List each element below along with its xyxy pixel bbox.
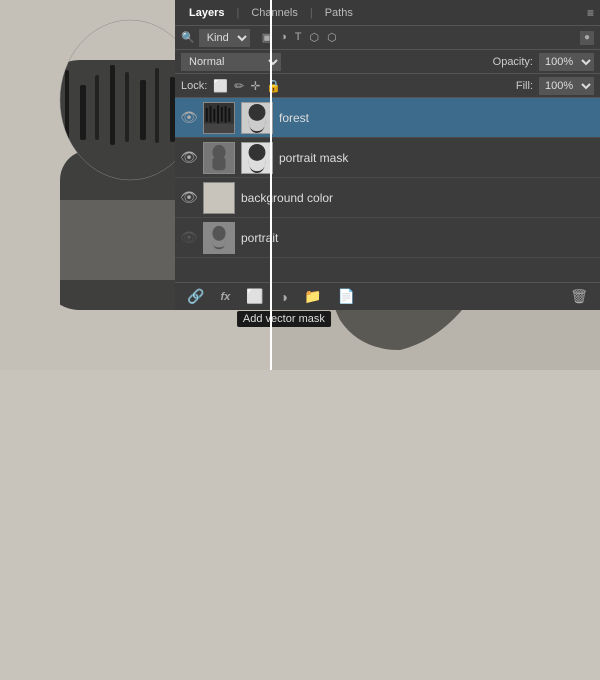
lock-image-icon[interactable]: ✏ [234, 79, 244, 93]
layer-name-portrait: portrait [241, 231, 594, 245]
layers-toolbar: 🔗 fx ⬜ ◑ Add vector mask 📁 📄 🗑 [175, 282, 600, 310]
add-vector-mask-container: ◑ Add vector mask [276, 289, 292, 305]
layer-forest[interactable]: 👁 forest [175, 98, 600, 138]
link-icon[interactable]: 🔗 [183, 286, 208, 307]
lock-all-icon[interactable]: 🔒 [266, 79, 281, 93]
opacity-label: Opacity: [493, 56, 533, 68]
lock-row: Lock: ⬜ ✏ ✛ 🔒 Fill: 100% [175, 74, 600, 98]
layer-name-background-color: background color [241, 191, 594, 205]
search-icon[interactable]: 🔍 [181, 31, 195, 44]
layer-thumb-forest [203, 102, 235, 134]
blend-mode-select[interactable]: Normal [181, 53, 281, 71]
panel-options-icon[interactable]: ≡ [587, 6, 594, 20]
eye-icon-portrait[interactable]: 👁 [181, 230, 197, 246]
layer-name-portrait-mask: portrait mask [279, 151, 594, 165]
layer-mask-forest [241, 102, 273, 134]
mask-icon[interactable]: ⬜ [242, 286, 267, 307]
layer-portrait-mask[interactable]: 👁 portrait mask [175, 138, 600, 178]
lock-position-icon[interactable]: ✛ [250, 79, 260, 93]
delete-layer-icon[interactable]: 🗑 [566, 286, 592, 307]
filter-row: 🔍 Kind ▣ ◑ T ⬡ ⬡ ● [175, 26, 600, 50]
canvas-divider [270, 0, 272, 370]
filter-adjustment-icon[interactable]: ◑ [278, 31, 289, 44]
lock-label: Lock: [181, 80, 207, 92]
fill-select[interactable]: 100% [539, 77, 594, 95]
layer-mask-portrait [241, 142, 273, 174]
tab-layers[interactable]: Layers [181, 5, 232, 21]
layer-background-color[interactable]: 👁 background color [175, 178, 600, 218]
layers-panel: Layers | Channels | Paths ≡ 🔍 Kind ▣ ◑ T… [175, 0, 600, 310]
tab-paths[interactable]: Paths [317, 5, 361, 21]
lock-transparent-icon[interactable]: ⬜ [213, 79, 228, 93]
tab-channels[interactable]: Channels [243, 5, 305, 21]
panel-tabs-row: Layers | Channels | Paths ≡ [175, 0, 600, 26]
layer-thumb-portrait [203, 222, 235, 254]
blend-row: Normal Opacity: 100% [175, 50, 600, 74]
opacity-select[interactable]: 100% [539, 53, 594, 71]
eye-icon-forest[interactable]: 👁 [181, 110, 197, 126]
eye-icon-portrait-mask[interactable]: 👁 [181, 150, 197, 166]
new-group-icon[interactable]: 📁 [300, 286, 325, 307]
add-vector-mask-icon[interactable]: ◑ [276, 287, 292, 307]
layer-name-forest: forest [279, 111, 594, 125]
filter-shape-icon[interactable]: ⬡ [308, 31, 322, 44]
filter-type-icon[interactable]: T [293, 31, 304, 44]
layer-thumb-background-color [203, 182, 235, 214]
new-layer-icon[interactable]: 📄 [334, 286, 359, 307]
fill-label: Fill: [516, 80, 533, 92]
filter-toggle-button[interactable]: ● [580, 31, 594, 45]
filter-smart-icon[interactable]: ⬡ [325, 31, 339, 44]
layer-thumb-portrait-mask [203, 142, 235, 174]
kind-select[interactable]: Kind [199, 29, 250, 47]
layer-portrait[interactable]: 👁 portrait [175, 218, 600, 258]
fx-icon[interactable]: fx [216, 289, 234, 305]
eye-icon-background-color[interactable]: 👁 [181, 190, 197, 206]
